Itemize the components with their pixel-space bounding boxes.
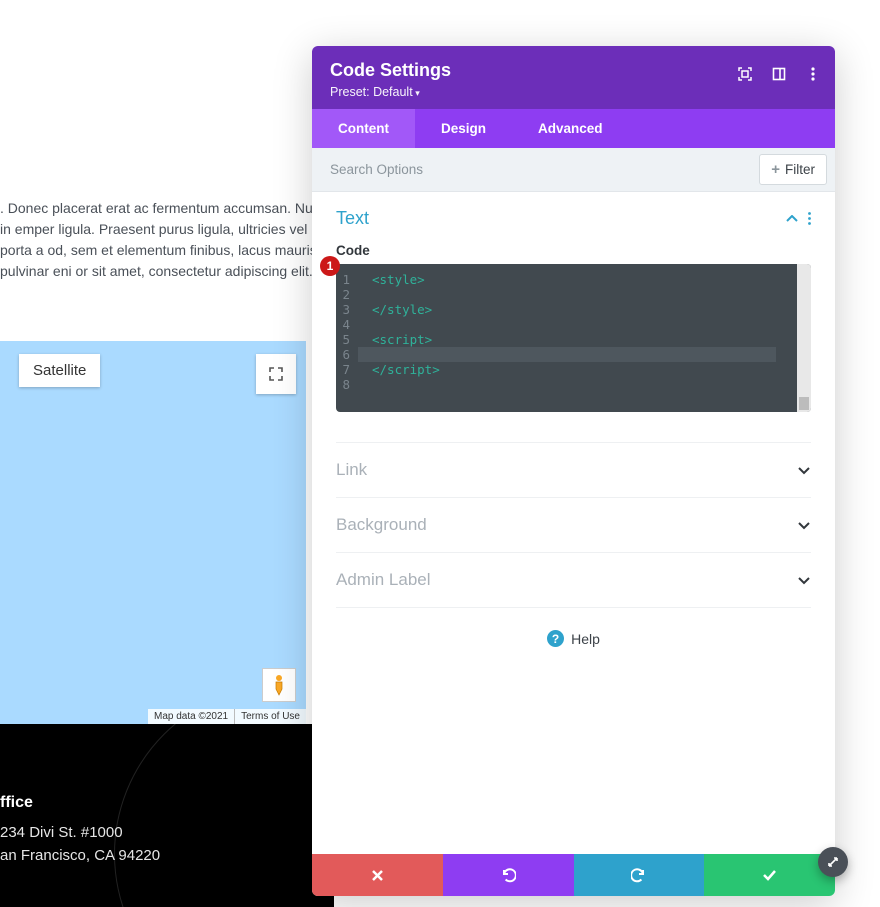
- code-editor[interactable]: 1<style> 2 3</style> 4 5<script> 6 7</sc…: [336, 264, 811, 412]
- search-row: Search Options + Filter: [312, 148, 835, 192]
- page-footer: ffice 234 Divi St. #1000 an Francisco, C…: [0, 724, 334, 907]
- map-pegman-button[interactable]: [262, 668, 296, 702]
- help-link[interactable]: ? Help: [336, 608, 811, 669]
- resize-handle[interactable]: [818, 847, 848, 877]
- filter-button[interactable]: + Filter: [759, 154, 827, 185]
- plus-icon: +: [771, 161, 780, 178]
- close-icon: [371, 869, 384, 882]
- chevron-down-icon: [797, 521, 811, 530]
- save-button[interactable]: [704, 854, 835, 896]
- section-link[interactable]: Link: [336, 443, 811, 498]
- redo-icon: [631, 867, 647, 883]
- section-admin-label[interactable]: Admin Label: [336, 553, 811, 608]
- footer-address-2: an Francisco, CA 94220: [0, 847, 160, 864]
- help-label: Help: [571, 631, 600, 647]
- chevron-down-icon: [797, 466, 811, 475]
- code-settings-panel: Code Settings Preset: Default Content De…: [312, 46, 835, 896]
- panel-tabs: Content Design Advanced: [312, 109, 835, 148]
- section-link-title: Link: [336, 460, 367, 480]
- expand-icon[interactable]: [737, 66, 753, 82]
- section-text: Text Code 1 1<style> 2 3</style> 4 5<scr…: [336, 192, 811, 412]
- tab-content[interactable]: Content: [312, 109, 415, 148]
- resize-icon: [826, 855, 840, 869]
- undo-button[interactable]: [443, 854, 574, 896]
- preset-selector[interactable]: Preset: Default: [330, 85, 817, 99]
- cancel-button[interactable]: [312, 854, 443, 896]
- filter-label: Filter: [785, 162, 815, 177]
- map-widget[interactable]: Satellite Map data ©2021 Terms of Use: [0, 341, 306, 724]
- panel-footer: [312, 854, 835, 896]
- section-background[interactable]: Background: [336, 498, 811, 553]
- panel-header: Code Settings Preset: Default: [312, 46, 835, 109]
- search-input[interactable]: Search Options: [312, 149, 751, 190]
- help-icon: ?: [547, 630, 564, 647]
- map-attribution: Map data ©2021 Terms of Use: [148, 709, 306, 724]
- callout-badge-1: 1: [320, 256, 340, 276]
- map-terms-link[interactable]: Terms of Use: [234, 709, 306, 724]
- kebab-icon[interactable]: [805, 66, 821, 82]
- page-body-text: . Donec placerat erat ac fermentum accum…: [0, 198, 335, 282]
- editor-scrollbar[interactable]: [797, 264, 811, 412]
- check-icon: [762, 869, 777, 881]
- map-satellite-button[interactable]: Satellite: [19, 354, 100, 387]
- code-field-label: Code: [336, 243, 811, 258]
- redo-button[interactable]: [574, 854, 705, 896]
- fullscreen-icon: [268, 366, 284, 382]
- tab-design[interactable]: Design: [415, 109, 512, 148]
- chevron-up-icon[interactable]: [786, 215, 798, 223]
- footer-title: ffice: [0, 794, 160, 812]
- tab-advanced[interactable]: Advanced: [512, 109, 629, 148]
- section-text-title[interactable]: Text: [336, 208, 369, 229]
- snap-icon[interactable]: [771, 66, 787, 82]
- chevron-down-icon: [797, 576, 811, 585]
- map-fullscreen-button[interactable]: [256, 354, 296, 394]
- undo-icon: [500, 867, 516, 883]
- pegman-icon: [272, 674, 286, 696]
- kebab-icon[interactable]: [808, 212, 811, 225]
- map-data-label: Map data ©2021: [148, 709, 234, 724]
- footer-address-1: 234 Divi St. #1000: [0, 824, 160, 841]
- section-admin-label-title: Admin Label: [336, 570, 431, 590]
- section-background-title: Background: [336, 515, 427, 535]
